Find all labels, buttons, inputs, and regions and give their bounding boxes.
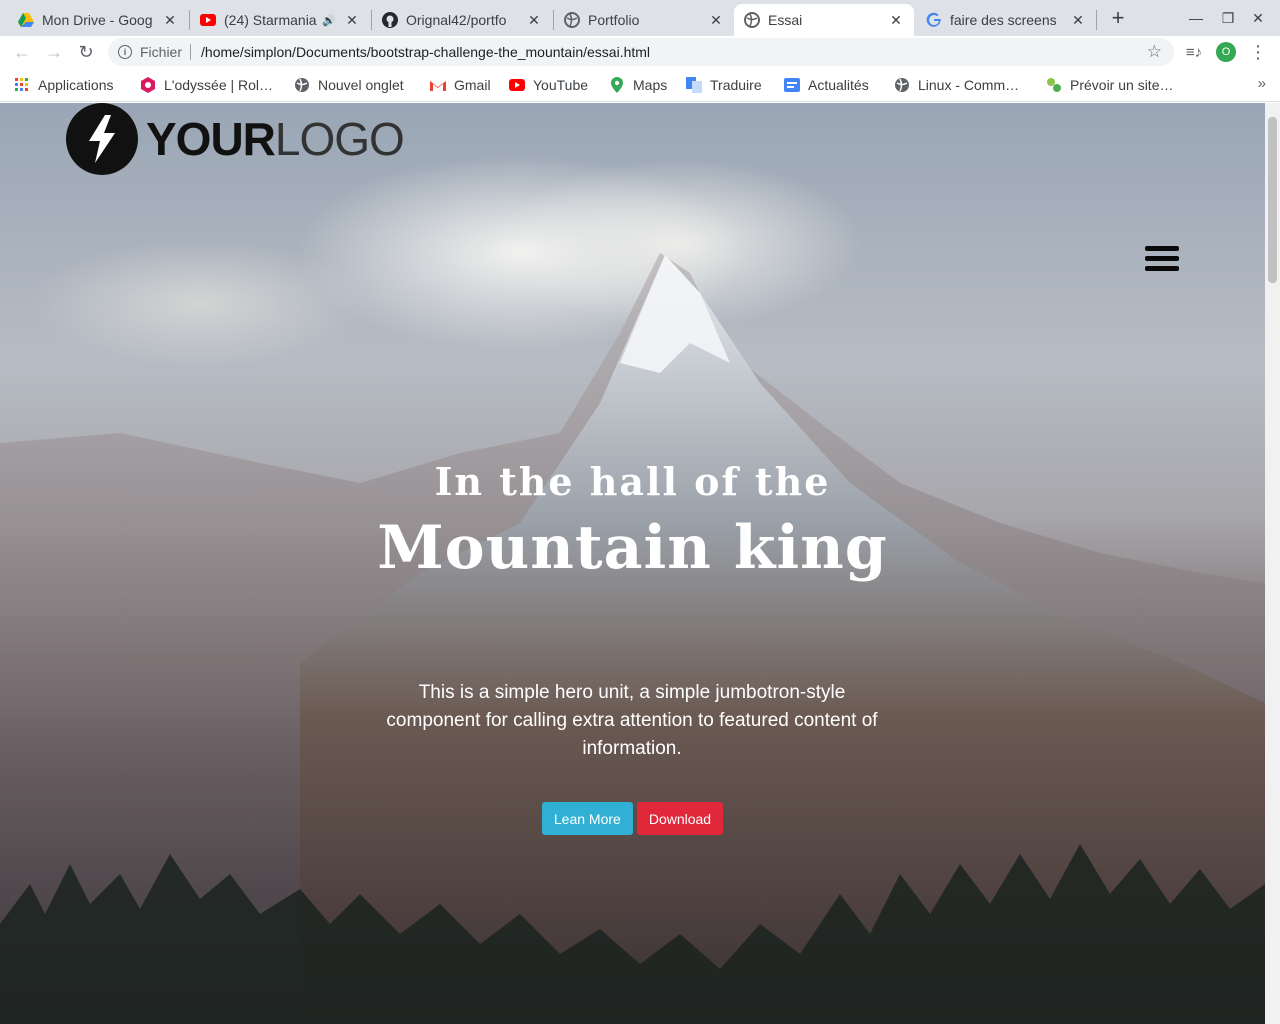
globe-icon: [294, 77, 310, 93]
new-tab-button[interactable]: +: [1106, 5, 1130, 30]
lightning-bolt-icon: [66, 103, 138, 175]
odyssee-icon: [140, 77, 156, 93]
hero-kicker: In the hall of the: [434, 459, 831, 504]
tab-title: Mon Drive - Goog: [42, 12, 153, 28]
page-scrollbar[interactable]: [1265, 103, 1280, 1024]
github-icon: [382, 12, 398, 28]
page-viewport: YOURLOGO In the hall of the Mountain kin…: [0, 103, 1265, 1024]
tab-title: Portfolio: [588, 12, 640, 28]
divider: [190, 44, 192, 60]
tab-title: (24) Starmania: [224, 12, 317, 28]
bookmark-actualites[interactable]: Actualités: [784, 75, 869, 95]
reload-icon[interactable]: ↻: [74, 40, 98, 64]
hero-buttons: Lean More Download: [0, 802, 1265, 835]
close-window-icon[interactable]: ✕: [1246, 6, 1270, 30]
profile-avatar[interactable]: O: [1214, 40, 1238, 64]
site-icon: [1046, 77, 1062, 93]
hamburger-menu-icon[interactable]: [1145, 246, 1179, 272]
close-icon[interactable]: ✕: [344, 12, 360, 28]
translate-icon: [686, 77, 702, 93]
url-scheme: Fichier: [140, 44, 183, 60]
maps-icon: [609, 77, 625, 93]
forward-arrow-icon[interactable]: →: [42, 40, 66, 64]
learn-more-button[interactable]: Lean More: [541, 802, 633, 835]
tab-essai[interactable]: Essai ✕: [734, 4, 914, 36]
restore-icon[interactable]: ❐: [1216, 6, 1240, 30]
bookmark-linux[interactable]: Linux - Comm…: [894, 75, 1019, 95]
bookmark-maps[interactable]: Maps: [609, 75, 667, 95]
tab-mon-drive[interactable]: Mon Drive - Goog ✕: [8, 4, 188, 36]
browser-toolbar: ← → ↻ i Fichier /home/simplon/Documents/…: [0, 36, 1280, 69]
drive-icon: [18, 12, 34, 28]
close-icon[interactable]: ✕: [526, 12, 542, 28]
tab-separator: [1096, 10, 1097, 30]
youtube-icon: [509, 77, 525, 93]
logo-text: YOURLOGO: [146, 113, 405, 165]
bookmark-prevoir-site[interactable]: Prévoir un site…: [1046, 75, 1173, 95]
bookmarks-bar: Applications L'odyssée | Rol… Nouvel ong…: [0, 69, 1280, 102]
url-text[interactable]: /home/simplon/Documents/bootstrap-challe…: [201, 44, 650, 60]
scrollbar-thumb[interactable]: [1268, 117, 1277, 283]
tab-strip: Mon Drive - Goog ✕ (24) Starmania 🔊 ✕ Or…: [0, 0, 1280, 36]
speaker-icon[interactable]: 🔊: [322, 14, 336, 27]
youtube-icon: [200, 12, 216, 28]
close-icon[interactable]: ✕: [888, 12, 904, 28]
hero-description: This is a simple hero unit, a simple jum…: [386, 682, 878, 759]
news-icon: [784, 77, 800, 93]
tab-google-search[interactable]: faire des screens ✕: [916, 4, 1096, 36]
address-bar[interactable]: i Fichier /home/simplon/Documents/bootst…: [108, 38, 1174, 66]
tab-portfolio[interactable]: Portfolio ✕: [554, 4, 734, 36]
tab-starmania[interactable]: (24) Starmania 🔊 ✕: [190, 4, 370, 36]
tab-github[interactable]: Orignal42/portfo ✕: [372, 4, 552, 36]
globe-icon: [894, 77, 910, 93]
site-logo[interactable]: YOURLOGO: [66, 103, 405, 175]
close-icon[interactable]: ✕: [1070, 12, 1086, 28]
back-arrow-icon[interactable]: ←: [10, 40, 34, 64]
media-queue-icon[interactable]: ≡♪: [1182, 40, 1206, 64]
star-icon[interactable]: ☆: [1147, 42, 1162, 62]
tab-title: Essai: [768, 12, 803, 28]
bookmark-youtube[interactable]: YouTube: [509, 75, 588, 95]
apps-grid-icon: [14, 77, 30, 93]
globe-icon: [744, 12, 760, 28]
kebab-menu-icon[interactable]: ⋮: [1246, 40, 1270, 64]
bookmark-odyssee[interactable]: L'odyssée | Rol…: [140, 75, 273, 95]
minimize-icon[interactable]: —: [1184, 6, 1208, 30]
bookmark-traduire[interactable]: Traduire: [686, 75, 762, 95]
close-icon[interactable]: ✕: [162, 12, 178, 28]
google-icon: [926, 12, 942, 28]
download-button[interactable]: Download: [636, 802, 724, 835]
tab-title: faire des screens: [950, 12, 1057, 28]
bookmark-applications[interactable]: Applications: [14, 75, 114, 95]
close-icon[interactable]: ✕: [708, 12, 724, 28]
forest-silhouette: [0, 844, 1265, 1024]
bookmark-gmail[interactable]: Gmail: [430, 75, 491, 95]
globe-icon: [564, 12, 580, 28]
chevron-double-right-icon[interactable]: »: [1258, 75, 1266, 92]
bookmark-nouvel-onglet[interactable]: Nouvel onglet: [294, 75, 404, 95]
info-icon[interactable]: i: [118, 45, 132, 59]
hero-title: Mountain king: [377, 513, 888, 583]
gmail-icon: [430, 77, 446, 93]
tab-title: Orignal42/portfo: [406, 12, 507, 28]
